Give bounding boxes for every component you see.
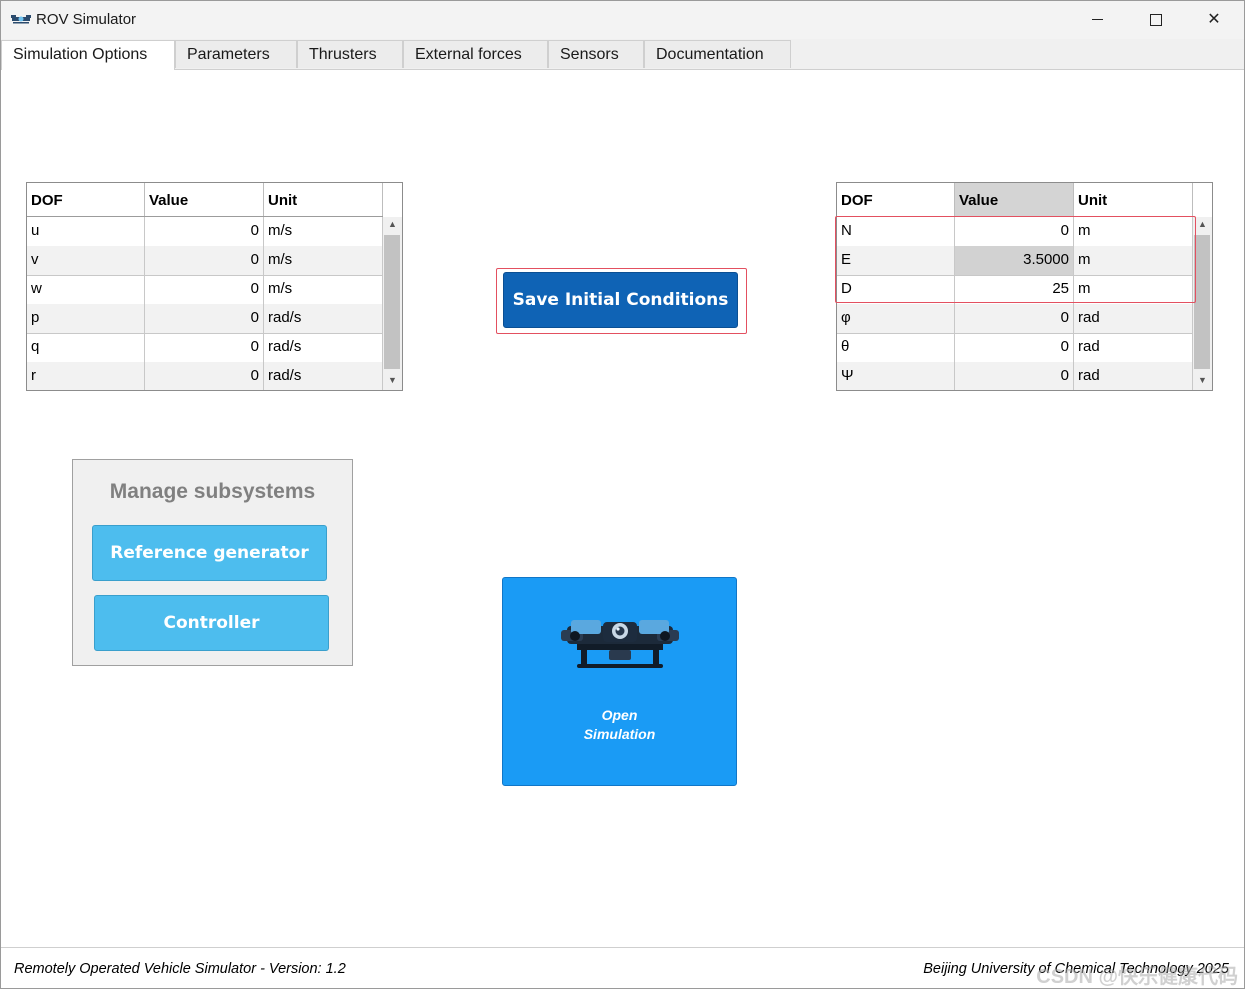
table-row[interactable]: θ 0 rad [837, 333, 1193, 363]
manage-subsystems-panel: Manage subsystems Reference generator Co… [72, 459, 353, 666]
table-row[interactable]: q 0 rad/s [27, 333, 383, 363]
dof-cell: φ [837, 304, 955, 333]
minimize-button[interactable] [1068, 1, 1126, 39]
reference-generator-button[interactable]: Reference generator [92, 525, 327, 581]
unit-cell: m/s [264, 275, 383, 304]
table-row[interactable]: w 0 m/s [27, 275, 383, 305]
tab-thrusters[interactable]: Thrusters [297, 40, 403, 68]
watermark-text: CSDN @快乐健康代码 [1036, 966, 1238, 988]
unit-cell: rad [1074, 362, 1193, 390]
table-header: DOF Value Unit [837, 183, 1193, 217]
tab-documentation[interactable]: Documentation [644, 40, 791, 68]
value-cell[interactable]: 0 [145, 362, 264, 390]
dof-cell: w [27, 275, 145, 304]
highlight-box-ned-rows [835, 216, 1196, 303]
scroll-up-icon[interactable]: ▲ [383, 217, 402, 231]
controller-button[interactable]: Controller [94, 595, 329, 651]
rov-vehicle-icon [561, 620, 679, 668]
dof-cell: Ψ [837, 362, 955, 390]
unit-cell: rad [1074, 304, 1193, 333]
dof-cell: θ [837, 333, 955, 362]
dof-cell: p [27, 304, 145, 333]
column-header-unit[interactable]: Unit [1074, 183, 1193, 216]
open-simulation-button[interactable]: Open Simulation [502, 577, 737, 786]
column-header-value[interactable]: Value [955, 183, 1074, 216]
table-header: DOF Value Unit [27, 183, 383, 217]
value-cell[interactable]: 0 [145, 304, 264, 333]
unit-cell: m/s [264, 217, 383, 246]
maximize-icon [1150, 13, 1162, 26]
open-simulation-line2: Simulation [583, 726, 656, 742]
minimize-icon [1091, 19, 1103, 21]
app-window: ROV Simulator ✕ Simulation Options Param… [0, 0, 1245, 989]
scrollbar-thumb[interactable] [384, 235, 400, 369]
tab-sensors[interactable]: Sensors [548, 40, 644, 68]
save-initial-conditions-button[interactable]: Save Initial Conditions [503, 272, 738, 328]
value-cell[interactable]: 0 [145, 333, 264, 362]
column-header-unit[interactable]: Unit [264, 183, 383, 216]
unit-cell: rad [1074, 333, 1193, 362]
scrollbar-thumb[interactable] [1194, 235, 1210, 369]
unit-cell: rad/s [264, 362, 383, 390]
value-cell[interactable]: 0 [145, 217, 264, 246]
maximize-button[interactable] [1127, 1, 1185, 39]
column-header-dof[interactable]: DOF [27, 183, 145, 216]
unit-cell: m/s [264, 246, 383, 275]
status-bar: Remotely Operated Vehicle Simulator - Ve… [1, 947, 1244, 988]
title-bar: ROV Simulator ✕ [1, 1, 1244, 39]
table-row[interactable]: r 0 rad/s [27, 362, 383, 390]
version-text: Remotely Operated Vehicle Simulator - Ve… [14, 961, 346, 977]
dof-cell: q [27, 333, 145, 362]
dof-cell: r [27, 362, 145, 390]
table-row[interactable]: p 0 rad/s [27, 304, 383, 334]
value-cell[interactable]: 0 [145, 246, 264, 275]
tab-simulation-options[interactable]: Simulation Options [1, 40, 175, 70]
column-header-value[interactable]: Value [145, 183, 264, 216]
open-simulation-label: Open Simulation [503, 706, 736, 744]
tab-external-forces[interactable]: External forces [403, 40, 548, 68]
table-row[interactable]: Ψ 0 rad [837, 362, 1193, 390]
table-row[interactable]: u 0 m/s [27, 217, 383, 247]
close-button[interactable]: ✕ [1185, 1, 1243, 39]
scroll-down-icon[interactable]: ▼ [383, 373, 402, 387]
open-simulation-line1: Open [601, 707, 638, 723]
value-cell[interactable]: 0 [145, 275, 264, 304]
tab-bar: Simulation Options Parameters Thrusters … [1, 39, 1244, 70]
value-cell[interactable]: 0 [955, 362, 1074, 390]
velocity-initial-conditions-table[interactable]: DOF Value Unit u 0 m/s v 0 m/s w 0 m/s p… [26, 182, 403, 391]
value-cell[interactable]: 0 [955, 304, 1074, 333]
unit-cell: rad/s [264, 333, 383, 362]
value-cell[interactable]: 0 [955, 333, 1074, 362]
dof-cell: v [27, 246, 145, 275]
close-icon: ✕ [1207, 11, 1221, 28]
table-row[interactable]: φ 0 rad [837, 304, 1193, 334]
vertical-scrollbar[interactable]: ▲ ▼ [383, 217, 402, 390]
tab-parameters[interactable]: Parameters [175, 40, 297, 68]
dof-cell: u [27, 217, 145, 246]
panel-title: Manage subsystems [109, 480, 316, 503]
table-row[interactable]: v 0 m/s [27, 246, 383, 276]
window-title: ROV Simulator [36, 11, 137, 28]
scroll-down-icon[interactable]: ▼ [1193, 373, 1212, 387]
unit-cell: rad/s [264, 304, 383, 333]
column-header-dof[interactable]: DOF [837, 183, 955, 216]
rov-app-icon [11, 15, 31, 24]
